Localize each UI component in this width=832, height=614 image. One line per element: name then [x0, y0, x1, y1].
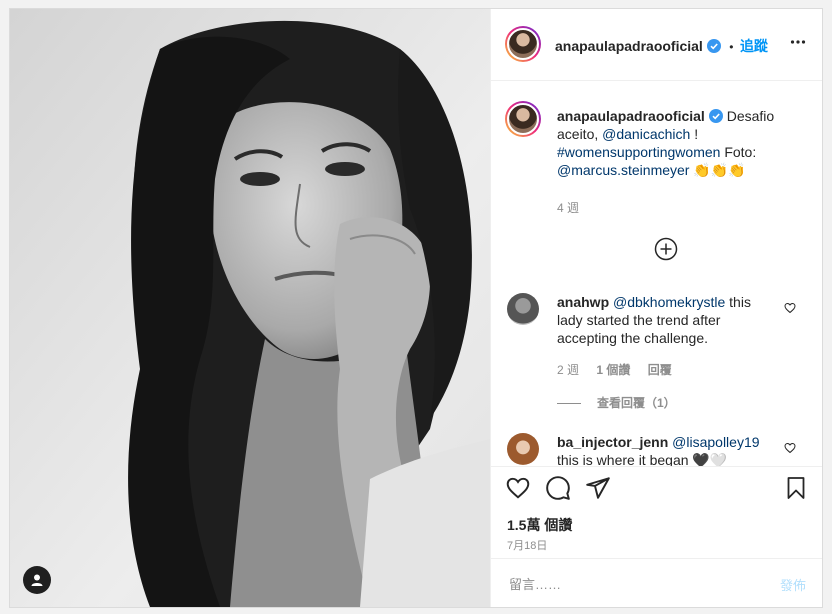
- comment-likes[interactable]: 1 個讚: [596, 363, 630, 377]
- mention-marcus[interactable]: @marcus.steinmeyer: [557, 162, 689, 178]
- post-actions: 1.5萬 個讚 7月18日: [491, 466, 822, 558]
- comment-mention[interactable]: @lisapolley19: [672, 434, 759, 450]
- post-sidebar: anapaulapadraooficial • 追蹤 anapaulapadra…: [490, 9, 822, 607]
- comments-section[interactable]: anapaulapadraooficial Desafio aceito, @d…: [491, 81, 822, 466]
- caption-emoji: 👏👏👏: [693, 162, 746, 178]
- view-replies-button[interactable]: 查看回覆（1）: [557, 394, 676, 411]
- verified-badge-icon: [708, 109, 723, 123]
- tagged-user-button[interactable]: [23, 566, 51, 594]
- comment-1: anahwp @dbkhomekrystle this lady started…: [557, 293, 767, 347]
- replies-divider-line: [557, 403, 581, 405]
- comment-2: ba_injector_jenn @lisapolley19 this is w…: [557, 433, 767, 466]
- comment-text: this is where it began 🖤🤍: [557, 452, 728, 466]
- plus-circle-icon[interactable]: [654, 237, 678, 261]
- post-dialog: anapaulapadraooficial • 追蹤 anapaulapadra…: [9, 8, 823, 608]
- add-comment-bar: 發佈: [491, 558, 822, 607]
- share-paper-plane-icon[interactable]: [585, 475, 611, 501]
- post-date[interactable]: 7月18日: [507, 537, 547, 553]
- comment-bubble-icon[interactable]: [545, 475, 571, 501]
- comment-username[interactable]: ba_injector_jenn: [557, 434, 668, 450]
- comment-input[interactable]: [507, 571, 761, 597]
- caption-avatar[interactable]: [505, 101, 541, 137]
- caption-time[interactable]: 4 週: [557, 199, 579, 216]
- author-username[interactable]: anapaulapadraooficial: [555, 38, 703, 54]
- header-separator: •: [729, 40, 734, 54]
- comment-time[interactable]: 2 週: [557, 363, 579, 377]
- comment-mention[interactable]: @dbkhomekrystle: [613, 294, 725, 310]
- save-bookmark-icon[interactable]: [784, 475, 808, 501]
- author-avatar[interactable]: [505, 26, 541, 62]
- user-icon: [31, 574, 43, 586]
- comment-avatar[interactable]: [507, 293, 539, 325]
- caption-text-2: !: [694, 126, 699, 142]
- view-replies-label: 查看回覆（1）: [597, 396, 676, 410]
- post-header: anapaulapadraooficial • 追蹤: [491, 9, 822, 81]
- caption-text-3: Foto:: [724, 144, 757, 160]
- follow-button[interactable]: 追蹤: [740, 38, 768, 54]
- comment-like-heart-icon[interactable]: [784, 442, 796, 454]
- reply-button[interactable]: 回覆: [648, 363, 672, 377]
- comment-like-heart-icon[interactable]: [784, 302, 796, 314]
- caption: anapaulapadraooficial Desafio aceito, @d…: [557, 107, 782, 179]
- caption-username[interactable]: anapaulapadraooficial: [557, 108, 705, 124]
- mention-danicachich[interactable]: @danicachich: [602, 126, 690, 142]
- portrait-image: [10, 9, 490, 607]
- comment-1-meta: 2 週 1 個讚 回覆: [557, 361, 686, 378]
- comment-avatar[interactable]: [507, 433, 539, 465]
- hashtag-link[interactable]: #womensupportingwomen: [557, 144, 720, 160]
- more-options-icon[interactable]: [790, 34, 806, 50]
- post-photo[interactable]: [10, 9, 490, 607]
- likes-count[interactable]: 1.5萬 個讚: [507, 515, 572, 535]
- like-heart-icon[interactable]: [505, 475, 531, 501]
- verified-badge-icon: [706, 39, 721, 53]
- comment-username[interactable]: anahwp: [557, 294, 609, 310]
- post-comment-button[interactable]: 發佈: [780, 575, 806, 594]
